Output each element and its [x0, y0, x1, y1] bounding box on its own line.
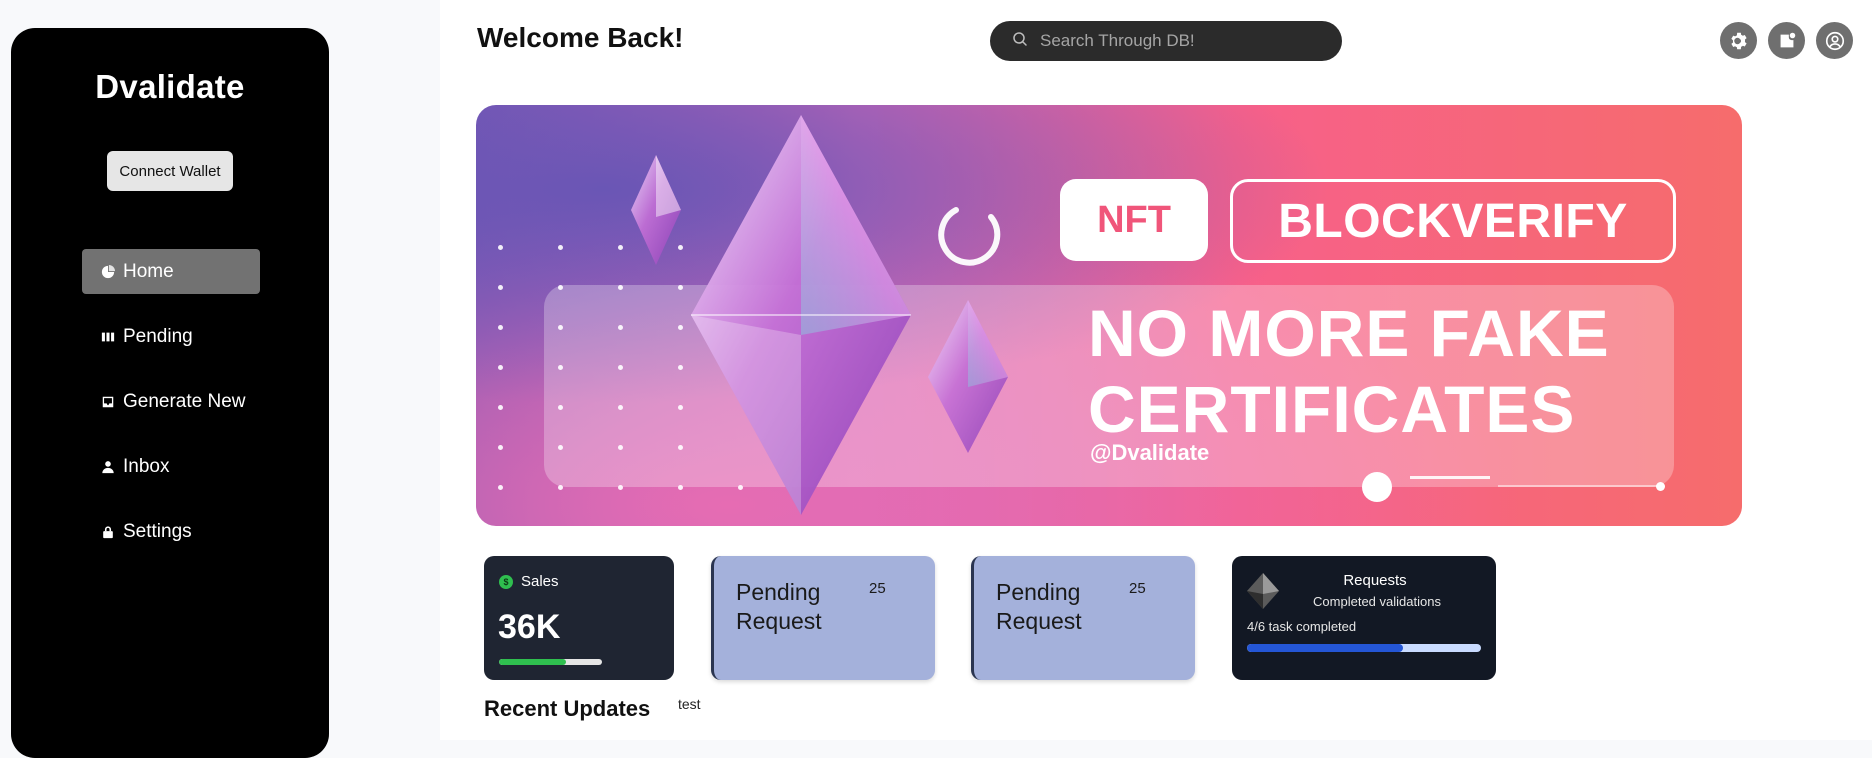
- pending-request-count: 25: [869, 580, 886, 597]
- headline-line-2: CERTIFICATES: [1088, 372, 1576, 446]
- sales-value: 36K: [498, 608, 561, 646]
- sidebar-item-label: Pending: [123, 325, 193, 347]
- sidebar-item-label: Settings: [123, 520, 192, 542]
- pending-request-card[interactable]: Pending Request 25: [971, 556, 1195, 680]
- sidebar-item-inbox[interactable]: Inbox: [82, 444, 260, 489]
- sidebar-item-home[interactable]: Home: [82, 249, 260, 294]
- recent-updates-note: test: [678, 696, 701, 712]
- carousel-track-line: [1498, 485, 1663, 487]
- sidebar-item-settings[interactable]: Settings: [82, 509, 260, 554]
- pending-request-title: Pending Request: [736, 579, 822, 634]
- gear-icon[interactable]: [1720, 22, 1757, 59]
- sidebar-item-generate-new[interactable]: Generate New: [82, 379, 260, 424]
- sales-label: Sales: [521, 573, 559, 590]
- nft-badge: NFT: [1060, 179, 1208, 261]
- inbox-tray-icon: [100, 394, 115, 409]
- sidebar-item-label: Inbox: [123, 455, 170, 477]
- pending-request-count: 25: [1129, 580, 1146, 597]
- connect-wallet-button[interactable]: Connect Wallet: [107, 151, 233, 191]
- banner-headline: NO MORE FAKE CERTIFICATES: [1088, 295, 1610, 447]
- blockverify-tag: BLOCKVERIFY: [1230, 179, 1676, 263]
- headline-line-1: NO MORE FAKE: [1088, 296, 1610, 370]
- requests-subtitle: Completed validations: [1313, 594, 1441, 609]
- search-bar[interactable]: [990, 21, 1342, 61]
- pending-request-title: Pending Request: [996, 579, 1082, 634]
- requests-progress-text: 4/6 task completed: [1247, 619, 1357, 634]
- sidebar-item-label: Home: [123, 260, 174, 282]
- search-input[interactable]: [1038, 30, 1322, 52]
- sidebar-item-label: Generate New: [123, 390, 246, 412]
- requests-title: Requests: [1343, 572, 1407, 589]
- user-icon: [100, 459, 115, 474]
- carousel-progress-line: [1410, 476, 1490, 479]
- recent-updates-heading: Recent Updates: [484, 696, 651, 721]
- requests-progress-fill: [1247, 644, 1404, 652]
- pie-chart-icon: [100, 264, 115, 279]
- search-icon: [1012, 31, 1038, 52]
- banner-handle: @Dvalidate: [1090, 440, 1210, 465]
- user-circle-icon[interactable]: [1816, 22, 1853, 59]
- notification-icon[interactable]: [1768, 22, 1805, 59]
- sales-progress-bar: [499, 659, 602, 665]
- sales-card[interactable]: $ Sales 36K: [484, 556, 674, 680]
- brand-logo: Dvalidate: [95, 68, 245, 105]
- hero-banner: NFT BLOCKVERIFY NO MORE FAKE CERTIFICATE…: [476, 105, 1742, 526]
- sidebar: Dvalidate Connect Wallet Home Pending Ge…: [11, 28, 329, 758]
- header-actions: [1720, 22, 1864, 59]
- dollar-icon: $: [499, 575, 513, 589]
- page-title: Welcome Back!: [477, 22, 684, 53]
- carousel-indicator[interactable]: [1656, 482, 1665, 491]
- requests-progress-bar: [1247, 644, 1481, 652]
- carousel-indicator-active[interactable]: [1362, 472, 1392, 502]
- pending-request-card[interactable]: Pending Request 25: [711, 556, 935, 680]
- sales-progress-fill: [499, 659, 566, 665]
- sidebar-nav: Home Pending Generate New Inbox Settings: [82, 249, 260, 574]
- columns-icon: [100, 329, 115, 344]
- sidebar-item-pending[interactable]: Pending: [82, 314, 260, 359]
- requests-card[interactable]: Requests Completed validations 4/6 task …: [1232, 556, 1496, 680]
- lock-icon: [100, 524, 115, 539]
